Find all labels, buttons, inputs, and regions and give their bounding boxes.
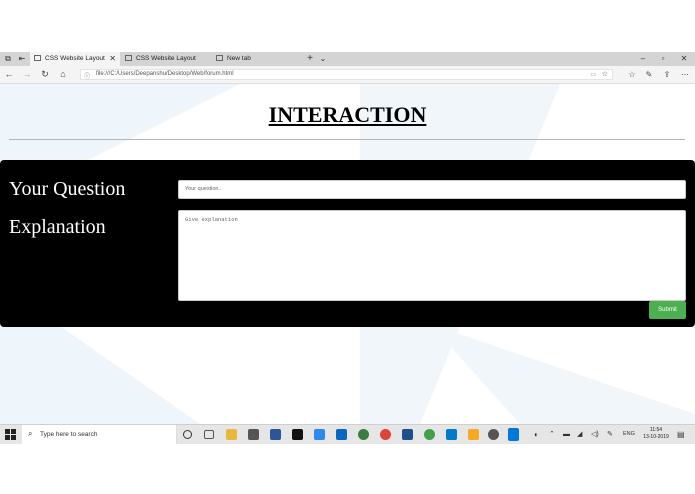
address-field[interactable]: ⓘ file:///C:/Users/Deepanshu/Desktop/Web… (80, 69, 613, 80)
submit-button[interactable]: Submit (649, 301, 686, 319)
close-window-icon[interactable]: ✕ (673, 52, 695, 66)
tab-bar: ⧉ ⇤ CSS Website Layout ✕ CSS Website Lay… (0, 52, 695, 66)
explanation-textarea[interactable]: Give explanation (178, 210, 686, 301)
volume-icon[interactable]: ◁) (591, 425, 599, 444)
more-icon[interactable]: ⋯ (679, 69, 691, 80)
battery-icon[interactable]: ▬ (563, 425, 570, 444)
minimize-icon[interactable]: – (632, 52, 654, 66)
page-icon (125, 55, 132, 62)
tab-2-label: CSS Website Layout (136, 55, 196, 62)
taskbar-search[interactable]: ⌕ Type here to search (22, 425, 177, 444)
clock-date: 13-10-2019 (643, 434, 669, 440)
windows-start-icon[interactable] (5, 429, 16, 440)
app-icon-2[interactable] (358, 429, 369, 440)
favorite-star-icon[interactable]: ☆ (602, 70, 608, 78)
share-icon[interactable]: ⇪ (661, 69, 673, 80)
netflix-icon[interactable] (292, 429, 303, 440)
pen-icon[interactable]: ✎ (643, 69, 655, 80)
task-view-icon[interactable] (204, 430, 214, 439)
cortana-icon[interactable] (183, 430, 192, 439)
tab-3-label: New tab (227, 55, 251, 62)
forward-icon[interactable]: → (21, 69, 33, 80)
app-icon[interactable] (314, 429, 325, 440)
clock-time: 11:54 (649, 427, 663, 433)
question-input[interactable]: Your question.. (178, 180, 686, 199)
app-icon-5[interactable] (488, 429, 499, 440)
pen-tray-icon[interactable]: ✎ (607, 425, 613, 444)
new-tab-page-icon (216, 55, 223, 62)
question-label: Your Question (9, 178, 126, 200)
question-form: Your Question Your question.. Explanatio… (0, 160, 695, 327)
app-icon-3[interactable] (424, 429, 435, 440)
web-content: INTERACTION Your Question Your question.… (0, 84, 695, 424)
tab-3[interactable]: New tab (212, 52, 300, 66)
calendar-icon[interactable] (402, 429, 413, 440)
language-indicator[interactable]: ENG (623, 425, 635, 444)
app-icon-4[interactable] (468, 429, 479, 440)
info-icon[interactable]: ⓘ (84, 71, 90, 80)
tab-1[interactable]: CSS Website Layout ✕ (30, 52, 120, 66)
close-icon[interactable]: ✕ (109, 52, 116, 66)
url-text: file:///C:/Users/Deepanshu/Desktop/Web/f… (96, 71, 234, 77)
taskbar: ⌕ Type here to search ◐ ⌃ ▬ ◢ ◁) ✎ ENG 1… (0, 424, 695, 444)
new-tab-button[interactable]: + (305, 54, 315, 64)
notifications-icon[interactable]: ▤ (677, 425, 685, 444)
home-icon[interactable]: ⌂ (57, 69, 69, 80)
explanation-label: Explanation (9, 216, 106, 238)
mail-icon[interactable] (270, 429, 281, 440)
tray-app-icon[interactable]: ◐ (534, 425, 539, 444)
tab-actions-icon[interactable]: ⧉ (3, 54, 13, 64)
tabs-aside-icon[interactable]: ⇤ (17, 54, 27, 64)
refresh-icon[interactable]: ↻ (39, 69, 51, 80)
back-icon[interactable]: ← (3, 69, 15, 80)
linkedin-icon[interactable] (336, 429, 347, 440)
address-bar-row: ← → ↻ ⌂ ⓘ file:///C:/Users/Deepanshu/Des… (0, 66, 695, 84)
search-icon: ⌕ (28, 429, 33, 438)
clock[interactable]: 11:54 13-10-2019 (640, 427, 672, 441)
store-icon[interactable] (248, 429, 259, 440)
tab-1-label: CSS Website Layout (45, 55, 105, 62)
taskbar-search-placeholder: Type here to search (40, 431, 98, 438)
show-hidden-icons[interactable]: ⌃ (549, 425, 555, 444)
favorites-icon[interactable]: ☆ (626, 69, 638, 80)
divider (9, 139, 685, 140)
tab-2[interactable]: CSS Website Layout (121, 52, 209, 66)
page-title: INTERACTION (268, 102, 427, 127)
network-icon[interactable]: ◢ (577, 425, 582, 444)
reading-view-icon[interactable]: ▭ (590, 71, 596, 78)
screenshot: ⧉ ⇤ CSS Website Layout ✕ CSS Website Lay… (0, 52, 695, 444)
file-explorer-icon[interactable] (226, 429, 237, 440)
chrome-icon[interactable] (380, 429, 391, 440)
vscode-icon[interactable] (446, 429, 457, 440)
tab-list-button[interactable]: ⌄ (318, 54, 328, 64)
edge-icon[interactable] (508, 428, 519, 441)
page-icon (34, 55, 41, 62)
restore-icon[interactable]: ▫ (652, 52, 674, 66)
